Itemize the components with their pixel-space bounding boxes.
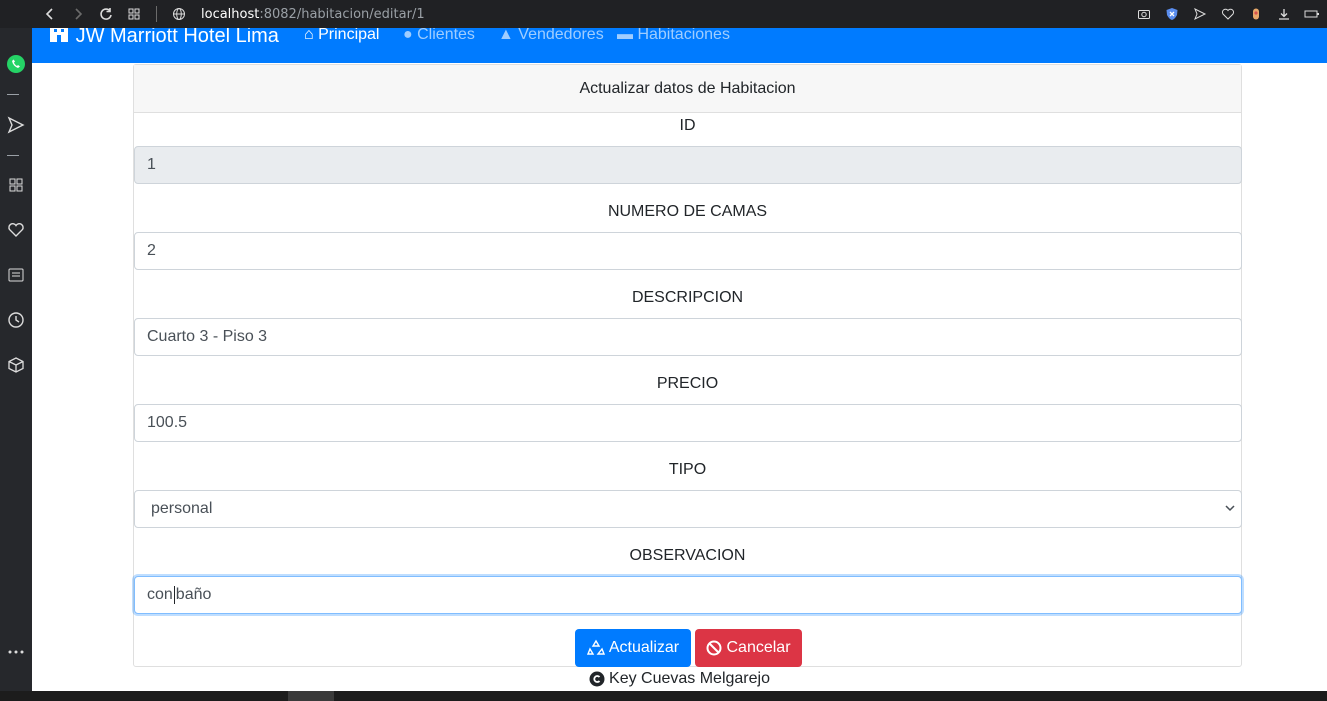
sidebar-divider: [7, 155, 19, 156]
toolbar-right: [1135, 0, 1321, 28]
description-value: Cuarto 3 - Piso 3: [147, 328, 268, 345]
nav-vendedores-label: Vendedores: [518, 28, 604, 43]
cancel-button[interactable]: Cancelar: [695, 629, 802, 667]
observation-value-end: baño: [175, 586, 212, 603]
app-navbar: JW Marriott Hotel Lima ⌂ Principal ● Cli…: [32, 28, 1327, 63]
extension-icon[interactable]: [1247, 5, 1265, 23]
observation-label: OBSERVACION: [629, 547, 746, 564]
description-field[interactable]: Cuarto 3 - Piso 3: [134, 318, 1242, 356]
beds-value: 2: [147, 242, 156, 259]
nav-habitaciones[interactable]: ▬ Habitaciones: [617, 28, 730, 44]
nav-clientes[interactable]: ● Clientes: [403, 28, 475, 44]
price-field[interactable]: 100.5: [134, 404, 1242, 442]
forward-button[interactable]: [64, 0, 92, 28]
back-icon: [45, 8, 53, 20]
update-button-label: Actualizar: [608, 639, 680, 656]
heart-icon[interactable]: [1219, 5, 1237, 23]
whatsapp-icon[interactable]: [4, 52, 28, 76]
footer-text: Key Cuevas Melgarejo: [609, 670, 770, 687]
sidebar-divider: [7, 94, 19, 95]
download-icon[interactable]: [1275, 5, 1293, 23]
observation-value-start: con: [147, 586, 173, 603]
nav-principal[interactable]: ⌂ Principal: [304, 28, 379, 44]
recycle-icon: [586, 639, 605, 655]
price-value: 100.5: [147, 414, 188, 431]
cancel-button-label: Cancelar: [726, 639, 791, 656]
more-icon[interactable]: [4, 640, 28, 664]
beds-field[interactable]: 2: [134, 232, 1242, 270]
taskbar-active-item[interactable]: [288, 691, 334, 701]
ban-icon: [706, 640, 722, 656]
hotel-icon: [48, 28, 70, 44]
users-icon: ●: [403, 28, 413, 43]
history-icon[interactable]: [4, 308, 28, 332]
camera-icon[interactable]: [1135, 5, 1153, 23]
site-info-button[interactable]: [165, 0, 193, 28]
tabs-button[interactable]: [120, 0, 148, 28]
send-icon[interactable]: [1191, 5, 1209, 23]
browser-toolbar: localhost:8082/habitacion/editar/1: [0, 0, 1327, 28]
send-icon[interactable]: [4, 113, 28, 137]
footer: Key Cuevas Melgarejo: [32, 670, 1327, 688]
reload-icon: [100, 8, 112, 20]
brand[interactable]: JW Marriott Hotel Lima: [48, 28, 279, 48]
price-label: PRECIO: [656, 375, 719, 392]
bed-icon: ▬: [617, 28, 633, 43]
brand-name: JW Marriott Hotel Lima: [75, 28, 279, 47]
id-label: ID: [679, 117, 696, 134]
address-bar[interactable]: localhost:8082/habitacion/editar/1: [201, 7, 425, 22]
id-value: 1: [147, 156, 156, 173]
nav-principal-label: Principal: [318, 28, 380, 43]
url-path: :8082/habitacion/editar/1: [259, 6, 425, 22]
nav-habitaciones-label: Habitaciones: [637, 28, 730, 43]
card-header: Actualizar datos de Habitacion: [134, 65, 1241, 113]
edit-room-card: Actualizar datos de Habitacion ID 1 NUME…: [133, 64, 1242, 667]
battery-icon[interactable]: [1303, 5, 1321, 23]
forward-icon: [75, 8, 83, 20]
user-tie-icon: ▲: [498, 28, 514, 43]
heart-icon[interactable]: [4, 218, 28, 242]
nav-vendedores[interactable]: ▲ Vendedores: [498, 28, 604, 44]
chevron-down-icon: [1225, 505, 1235, 512]
url-host: localhost: [201, 6, 260, 22]
type-value: personal: [151, 500, 213, 517]
type-select[interactable]: personal: [134, 490, 1242, 528]
copyright-icon: [589, 671, 605, 687]
apps-icon[interactable]: [4, 173, 28, 197]
toolbar-divider: [156, 6, 157, 22]
back-button[interactable]: [36, 0, 64, 28]
nav-clientes-label: Clientes: [417, 28, 475, 43]
home-icon: ⌂: [304, 28, 314, 43]
observation-field[interactable]: con baño: [134, 576, 1242, 614]
globe-icon: [173, 8, 185, 20]
browser-sidebar: [0, 28, 32, 701]
update-button[interactable]: Actualizar: [575, 629, 691, 667]
tabs-grid-icon: [128, 8, 140, 20]
text-caret: [173, 585, 175, 604]
os-taskbar: [0, 691, 1327, 701]
shield-icon[interactable]: [1163, 5, 1181, 23]
description-label: DESCRIPCION: [631, 289, 744, 306]
id-field[interactable]: 1: [134, 146, 1242, 184]
box-icon[interactable]: [4, 353, 28, 377]
news-icon[interactable]: [4, 263, 28, 287]
beds-label: NUMERO DE CAMAS: [607, 203, 768, 220]
type-label: TIPO: [668, 461, 707, 478]
reload-button[interactable]: [92, 0, 120, 28]
